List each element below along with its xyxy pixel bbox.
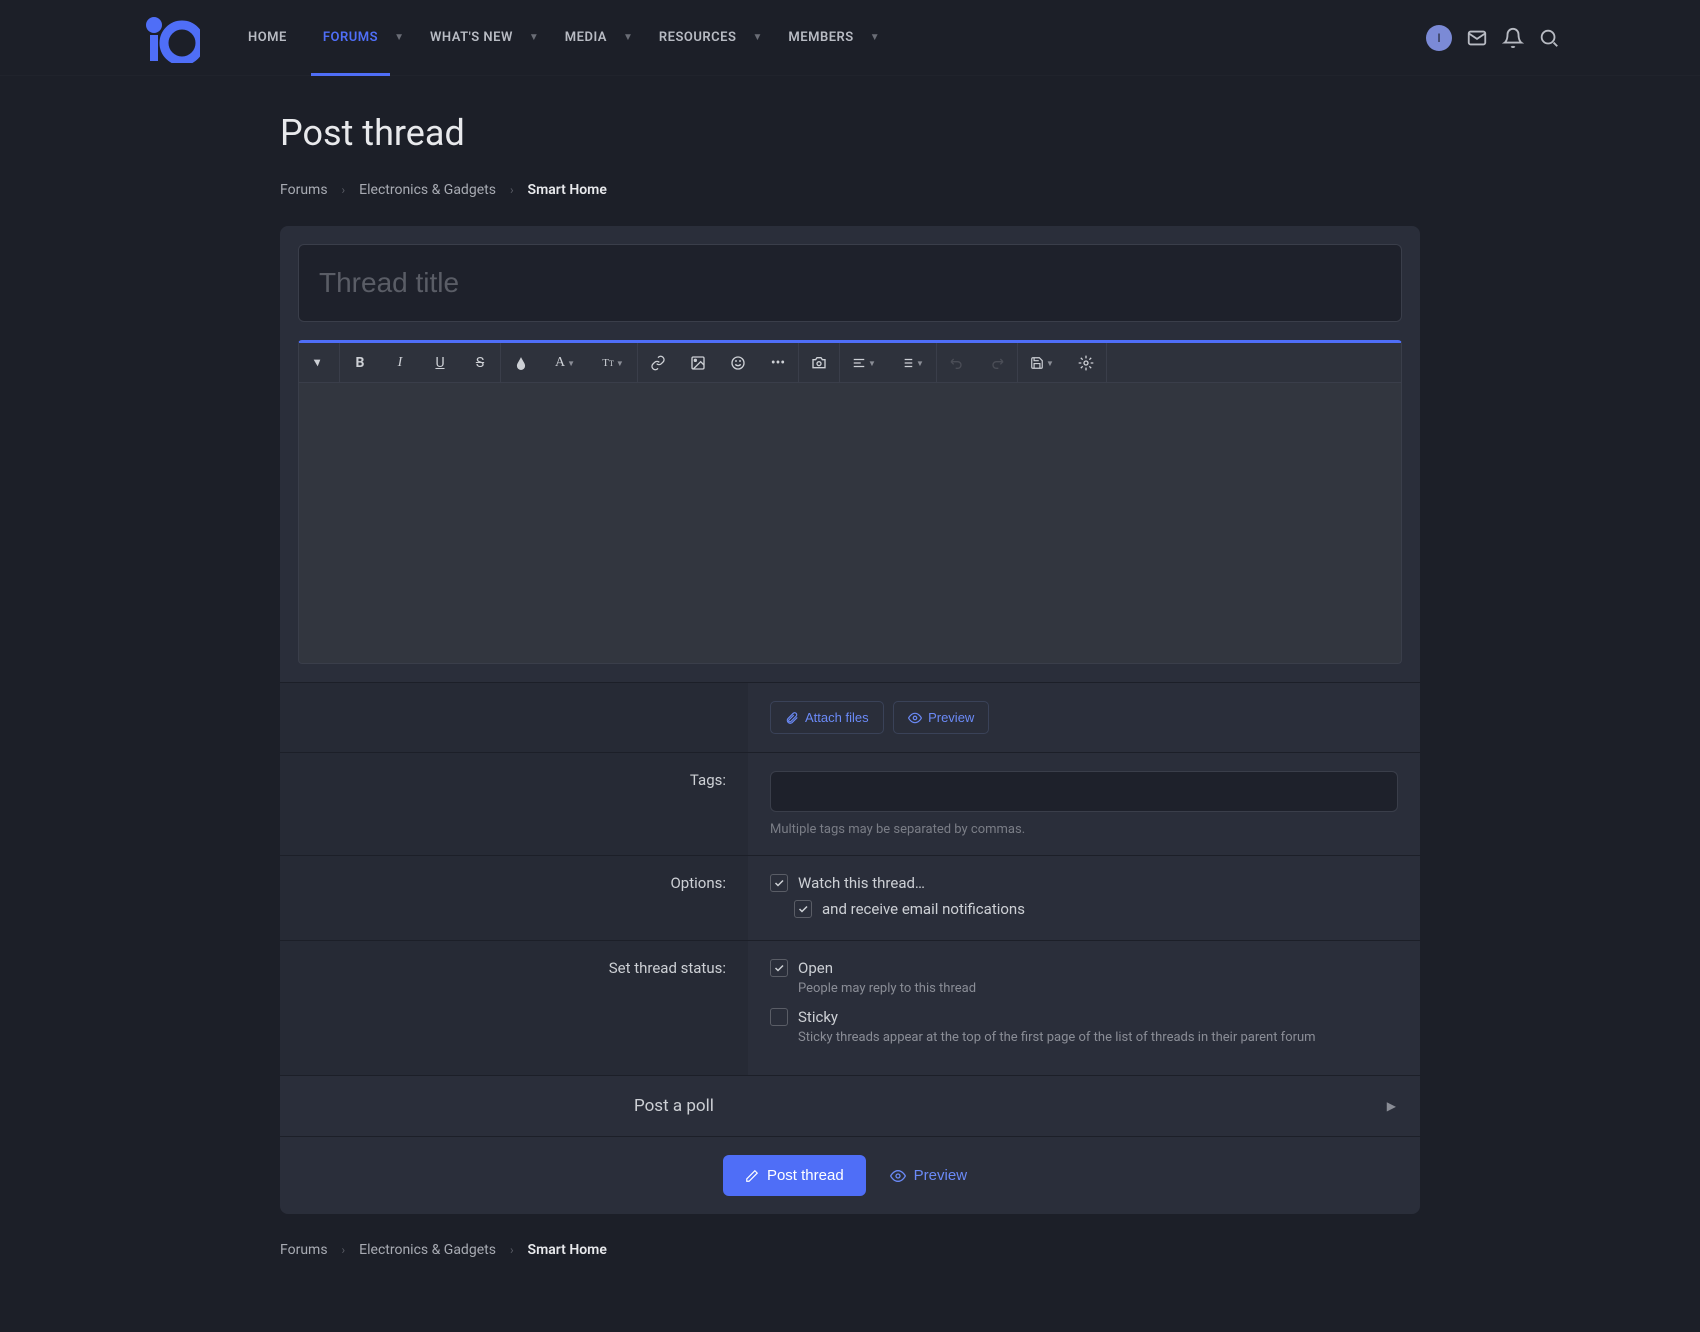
options-label: Options:	[280, 856, 748, 940]
drafts-button[interactable]: ▼	[1018, 343, 1066, 383]
pencil-icon	[745, 1169, 759, 1183]
align-button[interactable]: ▼	[840, 343, 888, 383]
bold-button[interactable]: B	[340, 343, 380, 383]
preview-button-top[interactable]: Preview	[893, 701, 989, 734]
watch-thread-checkbox[interactable]	[770, 874, 788, 892]
chevron-right-icon: ›	[510, 1243, 514, 1257]
thread-title-input[interactable]	[298, 244, 1402, 322]
text-color-button[interactable]	[501, 343, 541, 383]
font-size-button[interactable]: A▼	[541, 343, 589, 383]
camera-button[interactable]	[799, 343, 839, 383]
attach-files-button[interactable]: Attach files	[770, 701, 884, 734]
bell-icon[interactable]	[1502, 27, 1524, 49]
remove-formatting-button[interactable]	[299, 343, 339, 383]
check-icon	[797, 903, 809, 915]
nav-forums[interactable]: FORUMS	[305, 0, 396, 76]
open-description: People may reply to this thread	[798, 981, 1398, 996]
mail-icon[interactable]	[1466, 27, 1488, 49]
logo-icon	[140, 13, 200, 63]
chevron-right-icon: ›	[342, 183, 346, 197]
redo-button[interactable]	[977, 343, 1017, 383]
open-checkbox[interactable]	[770, 959, 788, 977]
link-button[interactable]	[638, 343, 678, 383]
check-icon	[773, 962, 785, 974]
post-poll-toggle[interactable]: Post a poll ▶	[280, 1075, 1420, 1136]
eye-icon	[908, 711, 922, 725]
list-button[interactable]: ▼	[888, 343, 936, 383]
sticky-checkbox[interactable]	[770, 1008, 788, 1026]
caret-right-icon: ▶	[1387, 1099, 1396, 1113]
breadcrumb-current: Smart Home	[528, 1242, 607, 1258]
tags-input[interactable]	[770, 771, 1398, 812]
watch-thread-label: Watch this thread…	[798, 874, 925, 892]
underline-button[interactable]: U	[420, 343, 460, 383]
nav-home[interactable]: HOME	[230, 0, 305, 76]
email-notifications-label: and receive email notifications	[822, 900, 1025, 918]
page-title: Post thread	[280, 112, 1420, 154]
sticky-label: Sticky	[798, 1008, 838, 1026]
post-thread-button[interactable]: Post thread	[723, 1155, 866, 1196]
check-icon	[773, 877, 785, 889]
nav-whatsnew[interactable]: WHAT'S NEW	[412, 0, 531, 76]
nav-resources[interactable]: RESOURCES	[641, 0, 755, 76]
user-avatar[interactable]: I	[1426, 25, 1452, 51]
settings-button[interactable]	[1066, 343, 1106, 383]
nav-members[interactable]: MEMBERS	[770, 0, 871, 76]
editor-toolbar: B I U S A▼ TT▼	[299, 343, 1401, 383]
preview-button-bottom[interactable]: Preview	[880, 1155, 977, 1196]
main-nav: HOME FORUMS ▼ WHAT'S NEW ▼ MEDIA ▼ RESOU…	[230, 0, 1426, 76]
eye-icon	[890, 1168, 906, 1184]
italic-button[interactable]: I	[380, 343, 420, 383]
image-button[interactable]	[678, 343, 718, 383]
chevron-right-icon: ›	[342, 1243, 346, 1257]
breadcrumb-current: Smart Home	[528, 182, 607, 198]
nav-media[interactable]: MEDIA	[547, 0, 625, 76]
rich-text-editor: B I U S A▼ TT▼	[298, 340, 1402, 664]
breadcrumb: Forums › Electronics & Gadgets › Smart H…	[280, 182, 1420, 198]
breadcrumb-category[interactable]: Electronics & Gadgets	[359, 1242, 496, 1258]
sticky-description: Sticky threads appear at the top of the …	[798, 1030, 1398, 1045]
search-icon[interactable]	[1538, 27, 1560, 49]
email-notifications-checkbox[interactable]	[794, 900, 812, 918]
strikethrough-button[interactable]: S	[460, 343, 500, 383]
emoji-button[interactable]	[718, 343, 758, 383]
breadcrumb-forums[interactable]: Forums	[280, 182, 328, 198]
post-thread-form: B I U S A▼ TT▼	[280, 226, 1420, 1214]
post-poll-label: Post a poll	[304, 1096, 1387, 1116]
undo-button[interactable]	[937, 343, 977, 383]
more-button[interactable]: •••	[758, 343, 798, 383]
thread-status-label: Set thread status:	[280, 941, 748, 1075]
site-logo[interactable]	[140, 13, 200, 63]
open-label: Open	[798, 959, 833, 977]
paperclip-icon	[785, 711, 799, 725]
font-family-button[interactable]: TT▼	[589, 343, 637, 383]
tags-label: Tags:	[280, 753, 748, 855]
breadcrumb-category[interactable]: Electronics & Gadgets	[359, 182, 496, 198]
breadcrumb-bottom: Forums › Electronics & Gadgets › Smart H…	[280, 1242, 1420, 1298]
chevron-right-icon: ›	[510, 183, 514, 197]
tags-help-text: Multiple tags may be separated by commas…	[770, 822, 1398, 837]
editor-content-area[interactable]	[299, 383, 1401, 663]
breadcrumb-forums[interactable]: Forums	[280, 1242, 328, 1258]
